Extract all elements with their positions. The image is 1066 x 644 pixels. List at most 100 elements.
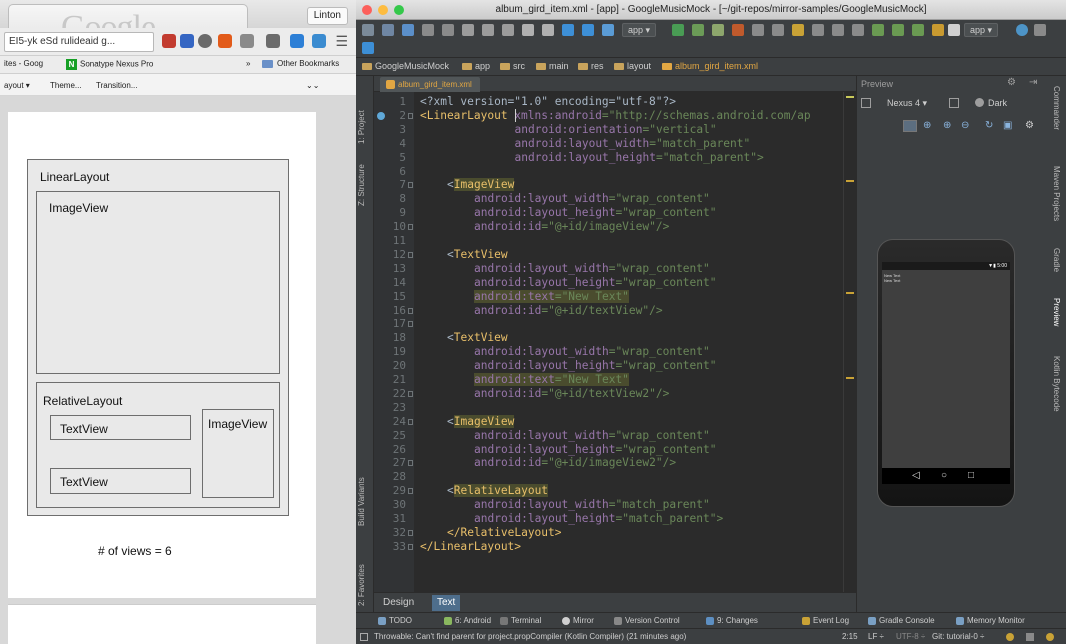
stop-icon[interactable] (732, 24, 744, 36)
code-line[interactable]: android:orientation="vertical" (515, 123, 717, 137)
extension-mail-icon[interactable] (266, 34, 280, 48)
extension-new-icon[interactable] (218, 34, 232, 48)
lock-icon[interactable] (1006, 633, 1014, 641)
theme-menu[interactable]: Theme... (50, 81, 82, 90)
theme-icon[interactable] (975, 98, 984, 107)
line-number[interactable]: 26 (374, 443, 406, 457)
code-line[interactable]: android:layout_height="wrap_content" (474, 206, 717, 220)
line-number[interactable]: 3 (374, 123, 406, 137)
structure-icon[interactable] (852, 24, 864, 36)
extension-red-icon[interactable] (162, 34, 176, 48)
line-number[interactable]: 27 (374, 456, 406, 470)
line-number[interactable]: 1 (374, 95, 406, 109)
bookmark-item[interactable]: N Sonatype Nexus Pro (66, 59, 153, 70)
zoom-actual-icon[interactable]: ⊕ (923, 120, 931, 131)
memory-monitor-tool-button[interactable]: Memory Monitor (956, 616, 1025, 625)
line-number[interactable]: 32 (374, 526, 406, 540)
back-icon[interactable] (562, 24, 574, 36)
cut-icon[interactable] (462, 24, 474, 36)
forward-icon[interactable] (582, 24, 594, 36)
diagram-textview-2[interactable]: TextView (50, 468, 191, 494)
paste-icon[interactable] (502, 24, 514, 36)
diagram-imageview-side[interactable]: ImageView (202, 409, 274, 498)
replace-icon[interactable] (542, 24, 554, 36)
diagram-imageview[interactable]: ImageView (36, 191, 280, 374)
line-number[interactable]: 5 (374, 151, 406, 165)
toggle-tool-buttons-icon[interactable] (360, 633, 368, 641)
line-number[interactable]: 7 (374, 178, 406, 192)
breadcrumb-item[interactable]: res (578, 61, 604, 71)
code-line[interactable]: </LinearLayout> (420, 540, 521, 554)
avd-manager-icon[interactable] (892, 24, 904, 36)
code-line[interactable]: android:id="@+id/imageView2"/> (474, 456, 676, 470)
help-icon[interactable] (948, 24, 960, 36)
preview-options-icon[interactable]: ⚙ (1025, 120, 1034, 131)
screenshot-icon[interactable]: ▣ (1003, 120, 1012, 131)
fold-marker-icon[interactable] (408, 321, 413, 328)
recents-nav-icon[interactable]: □ (968, 470, 974, 482)
revert-icon[interactable] (812, 24, 824, 36)
rendered-textview-2[interactable]: New Text (884, 278, 900, 283)
code-line[interactable]: <TextView (447, 331, 508, 345)
inspection-indicator[interactable] (846, 96, 854, 98)
breadcrumb-item[interactable]: src (500, 61, 525, 71)
code-editor[interactable]: <?xml version="1.0" encoding="utf-8"?> <L… (414, 92, 844, 592)
editor-tab-album-gird-item[interactable]: album_gird_item.xml (380, 77, 480, 92)
structure-tool-tab[interactable]: Z: Structure (357, 164, 366, 206)
line-number[interactable]: 21 (374, 373, 406, 387)
vcs-commit-icon[interactable] (772, 24, 784, 36)
code-line[interactable]: android:layout_height="wrap_content" (474, 359, 717, 373)
extension-circle-icon[interactable] (198, 34, 212, 48)
todo-tool-button[interactable]: TODO (378, 616, 412, 625)
line-number[interactable]: 29 (374, 484, 406, 498)
build-variants-tool-tab[interactable]: Build Variants (357, 477, 366, 526)
code-line[interactable]: android:layout_width="match_parent" (474, 498, 710, 512)
build-icon[interactable] (602, 24, 614, 36)
layout-variant-icon[interactable] (861, 98, 871, 108)
code-line[interactable]: android:layout_width="wrap_content" (474, 429, 710, 443)
bookmark-folder[interactable]: Other Bookmarks (262, 59, 339, 68)
code-line[interactable]: android:layout_width="match_parent" (515, 137, 751, 151)
fold-marker-icon[interactable] (408, 112, 413, 119)
code-line[interactable]: android:text="New Text" (474, 289, 629, 304)
run-icon[interactable] (672, 24, 684, 36)
fold-marker-icon[interactable] (408, 418, 413, 425)
help-question-icon[interactable] (362, 42, 374, 54)
android-target-icon[interactable] (377, 111, 385, 120)
attach-icon[interactable] (712, 24, 724, 36)
fold-marker-icon[interactable] (408, 224, 413, 231)
fold-marker-icon[interactable] (408, 488, 413, 495)
inspector-icon[interactable] (1026, 633, 1034, 641)
line-number[interactable]: 15 (374, 290, 406, 304)
open-icon[interactable] (362, 24, 374, 36)
code-line[interactable]: android:layout_width="wrap_content" (474, 262, 710, 276)
code-line[interactable]: android:layout_width="wrap_content" (474, 192, 710, 206)
vcs-history-icon[interactable] (792, 24, 804, 36)
code-line[interactable]: android:layout_height="match_parent"> (474, 512, 723, 526)
extension-blue-icon[interactable] (180, 34, 194, 48)
browser-menu-icon[interactable]: ☰ (335, 34, 348, 48)
preview-tool-tab[interactable]: Preview (1052, 298, 1061, 326)
line-number[interactable]: 14 (374, 276, 406, 290)
code-line[interactable]: <ImageView (447, 414, 515, 429)
breadcrumb-item[interactable]: layout (614, 61, 651, 71)
warning-stripe[interactable] (846, 292, 854, 294)
save-icon[interactable] (382, 24, 394, 36)
event-log-tool-button[interactable]: Event Log (802, 616, 849, 625)
maven-tool-tab[interactable]: Maven Projects (1052, 166, 1061, 221)
diagram-textview-1[interactable]: TextView (50, 415, 191, 440)
code-line[interactable]: android:text="New Text" (474, 373, 629, 387)
line-number[interactable]: 13 (374, 262, 406, 276)
fold-marker-icon[interactable] (408, 182, 413, 189)
zoom-in-icon[interactable]: ⊕ (943, 120, 951, 131)
home-nav-icon[interactable]: ○ (941, 470, 947, 482)
gradle-console-tool-button[interactable]: Gradle Console (868, 616, 935, 625)
preview-settings-icon[interactable]: ⚙ (1007, 77, 1016, 88)
line-number[interactable]: 20 (374, 359, 406, 373)
find-icon[interactable] (522, 24, 534, 36)
android-monitor-icon[interactable] (912, 24, 924, 36)
project-tool-tab[interactable]: 1: Project (357, 110, 366, 144)
extension-pen-icon[interactable] (290, 34, 304, 48)
sdk-manager-icon[interactable] (872, 24, 884, 36)
code-line[interactable]: android:layout_height="wrap_content" (474, 276, 717, 290)
